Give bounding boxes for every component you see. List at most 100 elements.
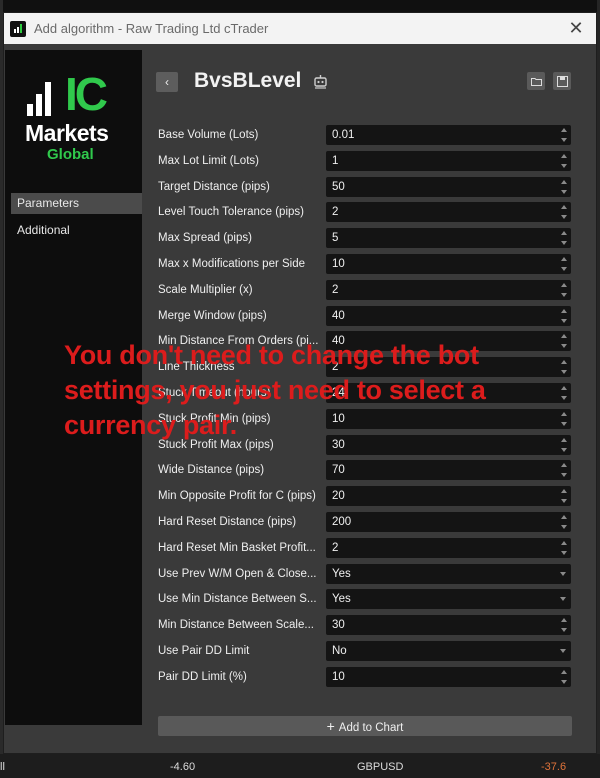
param-input[interactable]: 1: [326, 151, 571, 171]
param-value: 20: [332, 490, 345, 502]
param-row: Max Lot Limit (Lots) 1: [158, 151, 572, 171]
plus-icon: +: [326, 718, 335, 734]
spinner-arrows-icon[interactable]: [561, 257, 567, 271]
robot-icon: [314, 75, 327, 89]
close-icon[interactable]: ✕: [566, 18, 586, 38]
sidebar-item-additional[interactable]: Additional: [11, 220, 142, 241]
param-value: 50: [332, 181, 345, 193]
param-row: Scale Multiplier (x) 2: [158, 280, 572, 300]
param-label: Min Distance Between Scale...: [158, 619, 314, 631]
param-value: 30: [332, 619, 345, 631]
param-row: Target Distance (pips) 50: [158, 177, 572, 197]
logo-ic-text: IC: [65, 68, 108, 120]
param-value: 10: [332, 258, 345, 270]
param-label: Min Opposite Profit for C (pips): [158, 490, 316, 502]
spinner-arrows-icon[interactable]: [561, 334, 567, 348]
chevron-down-icon: [560, 649, 566, 653]
status-left-text: ll: [0, 761, 5, 773]
spinner-arrows-icon[interactable]: [561, 515, 567, 529]
folder-icon[interactable]: [527, 72, 545, 90]
spinner-arrows-icon[interactable]: [561, 541, 567, 555]
param-value: Yes: [332, 568, 351, 580]
param-input[interactable]: 10: [326, 667, 571, 687]
param-select[interactable]: Yes: [326, 589, 571, 609]
logo-global-text: Global: [47, 146, 94, 163]
spinner-arrows-icon[interactable]: [561, 463, 567, 477]
param-value: 200: [332, 516, 352, 528]
status-symbol: GBPUSD: [357, 761, 404, 773]
spinner-arrows-icon[interactable]: [561, 180, 567, 194]
title-bar: Add algorithm - Raw Trading Ltd cTrader …: [4, 13, 596, 44]
param-label: Use Pair DD Limit: [158, 645, 250, 657]
spinner-arrows-icon[interactable]: [561, 283, 567, 297]
spinner-arrows-icon[interactable]: [561, 489, 567, 503]
param-label: Use Min Distance Between S...: [158, 593, 317, 605]
param-input[interactable]: 20: [326, 486, 571, 506]
param-select[interactable]: No: [326, 641, 571, 661]
param-row: Base Volume (Lots) 0.01: [158, 125, 572, 145]
param-value: 40: [332, 310, 345, 322]
algorithm-title: BvsBLevel: [194, 69, 302, 92]
param-input[interactable]: 50: [326, 177, 571, 197]
param-input[interactable]: 2: [326, 202, 571, 222]
param-value: 0.01: [332, 129, 355, 141]
param-label: Wide Distance (pips): [158, 464, 265, 476]
param-row: Max x Modifications per Side 10: [158, 254, 572, 274]
back-button[interactable]: ‹: [156, 72, 178, 92]
chevron-down-icon: [560, 572, 566, 576]
spinner-arrows-icon[interactable]: [561, 670, 567, 684]
spinner-arrows-icon[interactable]: [561, 386, 567, 400]
param-row: Use Prev W/M Open & Close... Yes: [158, 564, 572, 584]
param-input[interactable]: 30: [326, 615, 571, 635]
param-row: Level Touch Tolerance (pips) 2: [158, 202, 572, 222]
spinner-arrows-icon[interactable]: [561, 412, 567, 426]
param-label: Base Volume (Lots): [158, 129, 259, 141]
param-select[interactable]: Yes: [326, 564, 571, 584]
param-label: Pair DD Limit (%): [158, 671, 247, 683]
ctrader-app-icon: [10, 20, 26, 37]
param-row: Max Spread (pips) 5: [158, 228, 572, 248]
param-input[interactable]: 200: [326, 512, 571, 532]
param-label: Hard Reset Min Basket Profit...: [158, 542, 316, 554]
param-input[interactable]: 40: [326, 306, 571, 326]
param-input[interactable]: 2: [326, 538, 571, 558]
status-value-2: -37.6: [541, 761, 567, 773]
spinner-arrows-icon[interactable]: [561, 618, 567, 632]
param-label: Scale Multiplier (x): [158, 284, 253, 296]
param-row: Min Distance Between Scale... 30: [158, 615, 572, 635]
param-label: Merge Window (pips): [158, 310, 267, 322]
param-label: Max Spread (pips): [158, 232, 252, 244]
spinner-arrows-icon[interactable]: [561, 128, 567, 142]
param-row: Use Min Distance Between S... Yes: [158, 589, 572, 609]
param-value: 1: [332, 155, 339, 167]
spinner-arrows-icon[interactable]: [561, 205, 567, 219]
param-row: Pair DD Limit (%) 10: [158, 667, 572, 687]
param-row: Hard Reset Min Basket Profit... 2: [158, 538, 572, 558]
param-input[interactable]: 0.01: [326, 125, 571, 145]
logo-bars-icon: [27, 82, 51, 116]
param-input[interactable]: 2: [326, 280, 571, 300]
chevron-down-icon: [560, 597, 566, 601]
spinner-arrows-icon[interactable]: [561, 231, 567, 245]
bottom-status-bar: ll -4.60 GBPUSD -37.6: [0, 754, 600, 778]
param-input[interactable]: 10: [326, 254, 571, 274]
logo-markets-text: Markets: [25, 120, 109, 146]
param-value: 5: [332, 232, 339, 244]
param-input[interactable]: 70: [326, 460, 571, 480]
sidebar-item-parameters[interactable]: Parameters: [11, 193, 142, 214]
overlay-instruction-text: You don't need to change the bot setting…: [64, 340, 486, 440]
save-icon[interactable]: [553, 72, 571, 90]
param-row: Hard Reset Distance (pips) 200: [158, 512, 572, 532]
param-input[interactable]: 5: [326, 228, 571, 248]
param-label: Max x Modifications per Side: [158, 258, 306, 270]
spinner-arrows-icon[interactable]: [561, 309, 567, 323]
param-label: Use Prev W/M Open & Close...: [158, 568, 317, 580]
spinner-arrows-icon[interactable]: [561, 438, 567, 452]
add-to-chart-button[interactable]: + Add to Chart: [158, 716, 572, 736]
status-value-1: -4.60: [170, 761, 196, 773]
spinner-arrows-icon[interactable]: [561, 154, 567, 168]
spinner-arrows-icon[interactable]: [561, 360, 567, 374]
param-label: Max Lot Limit (Lots): [158, 155, 259, 167]
param-value: 2: [332, 542, 339, 554]
param-label: Hard Reset Distance (pips): [158, 516, 297, 528]
